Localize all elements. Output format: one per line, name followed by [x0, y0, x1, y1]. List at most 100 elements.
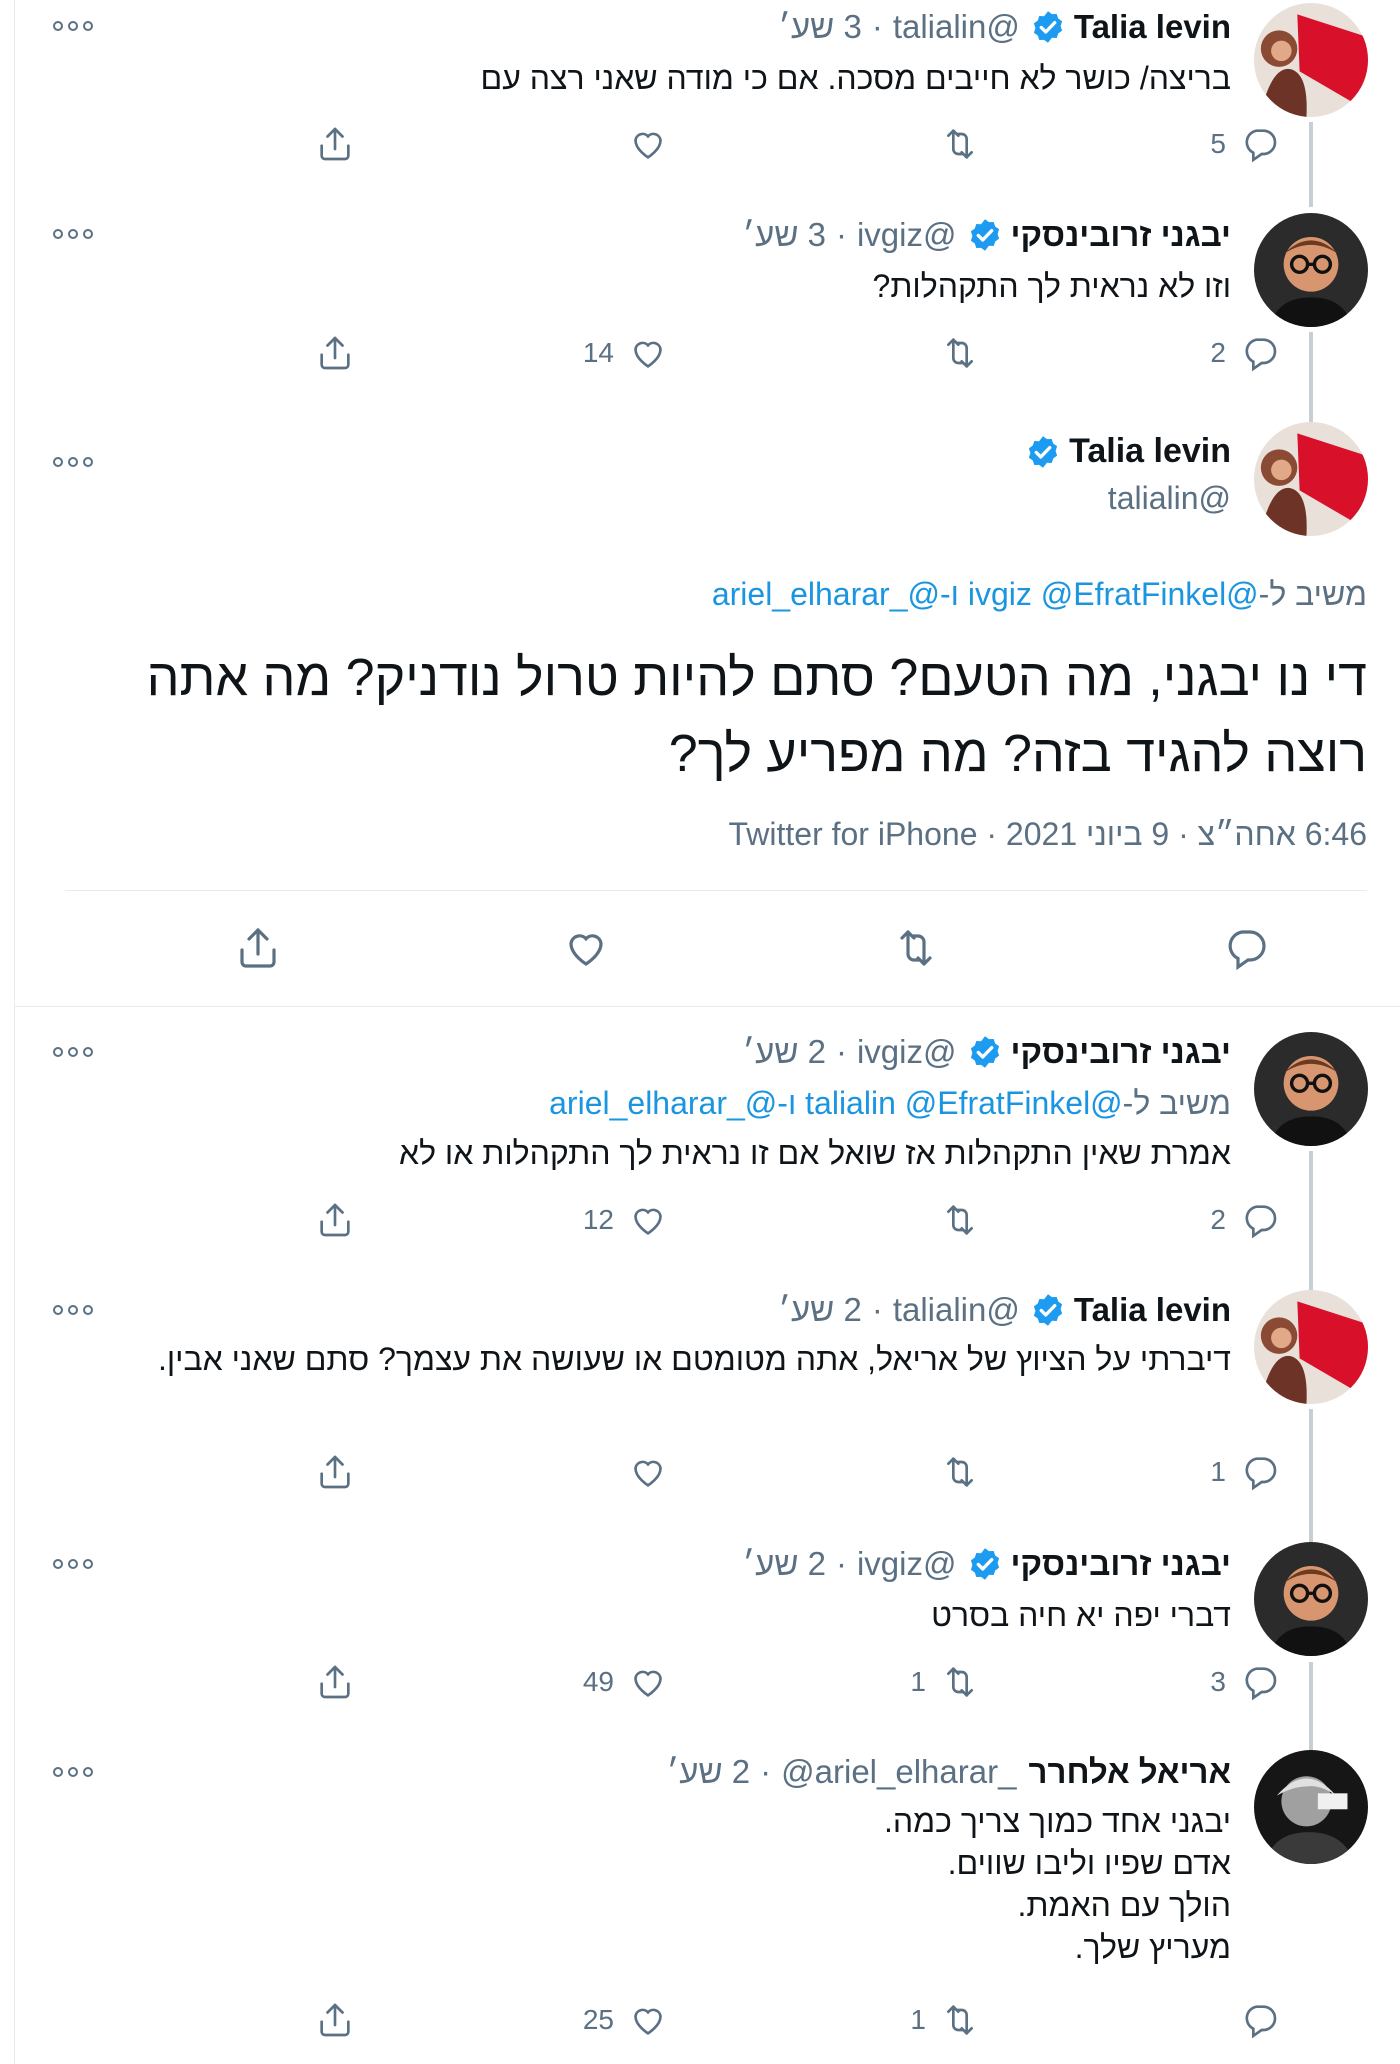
- reply-button[interactable]: 1: [1210, 1452, 1280, 1492]
- retweet-button[interactable]: 1: [910, 1662, 980, 1702]
- section-separator: [15, 1006, 1400, 1007]
- conversation-thread: Talia levin @talialin · 3 שע׳ בריצה/ כוש…: [0, 0, 1400, 2064]
- avatar[interactable]: [1254, 1032, 1368, 1146]
- handle[interactable]: @talialin: [893, 1291, 1020, 1329]
- like-button[interactable]: [604, 1452, 668, 1492]
- retweet-button[interactable]: [916, 333, 980, 373]
- share-button[interactable]: [315, 1452, 355, 1492]
- avatar[interactable]: [1254, 1542, 1368, 1656]
- more-icon[interactable]: [51, 1302, 93, 1318]
- focused-author: Talia levin: [1015, 432, 1231, 471]
- timestamp[interactable]: 2 שע׳: [667, 1753, 751, 1791]
- reply-icon[interactable]: [1222, 924, 1270, 972]
- timestamp[interactable]: 3 שע׳: [742, 216, 826, 254]
- retweet-icon: [940, 1200, 980, 1240]
- tweet-1[interactable]: Talia levin @talialin · 3 שע׳ בריצה/ כוש…: [15, 0, 1400, 207]
- more-icon[interactable]: [51, 1556, 93, 1572]
- avatar[interactable]: [1254, 213, 1368, 327]
- more-icon[interactable]: [51, 226, 93, 242]
- reply-icon: [1240, 1662, 1280, 1702]
- tweet-text: אמרת שאין התקהלות אז שואל אם זו נראית לך…: [398, 1135, 1231, 1171]
- retweet-button[interactable]: [916, 1452, 980, 1492]
- handle[interactable]: @talialin: [1108, 480, 1231, 517]
- share-icon[interactable]: [234, 924, 282, 972]
- tweet-line: מעריץ שלך.: [1074, 1929, 1231, 1965]
- reply-icon: [1240, 2000, 1280, 2040]
- share-icon: [315, 124, 355, 164]
- tweet-6[interactable]: אריאל אלחרר @ariel_elharar_ · 2 שע׳ יבגנ…: [15, 1750, 1400, 2064]
- display-name[interactable]: יבגני זרובינסקי: [1011, 1545, 1232, 1583]
- handle[interactable]: @ivgiz: [857, 1545, 957, 1583]
- share-button[interactable]: [315, 1200, 355, 1240]
- separator-dot: ·: [760, 1753, 772, 1790]
- verified-icon: [967, 1034, 1003, 1070]
- like-icon: [628, 2000, 668, 2040]
- more-icon[interactable]: [51, 454, 93, 470]
- reply-button[interactable]: 3: [1210, 1662, 1280, 1702]
- display-name[interactable]: Talia levin: [1074, 8, 1231, 46]
- display-name[interactable]: יבגני זרובינסקי: [1011, 1033, 1232, 1071]
- share-button[interactable]: [315, 1662, 355, 1702]
- tweet-3[interactable]: יבגני זרובינסקי @ivgiz · 2 שע׳ משיב ל-@t…: [15, 1030, 1400, 1293]
- reply-count: 1: [1210, 1456, 1226, 1487]
- more-icon[interactable]: [51, 1044, 93, 1060]
- separator-dot: ·: [871, 1291, 883, 1328]
- tweet-line: הולך עם האמת.: [1017, 1887, 1231, 1923]
- display-name[interactable]: יבגני זרובינסקי: [1011, 216, 1232, 254]
- display-name[interactable]: Talia levin: [1074, 1291, 1231, 1329]
- avatar[interactable]: [1254, 3, 1368, 117]
- like-icon: [628, 1452, 668, 1492]
- like-button[interactable]: 14: [583, 333, 668, 373]
- avatar[interactable]: [1254, 422, 1368, 536]
- handle[interactable]: @ariel_elharar_: [781, 1753, 1016, 1791]
- share-button[interactable]: [315, 124, 355, 164]
- display-name[interactable]: אריאל אלחרר: [1028, 1753, 1231, 1791]
- reply-mentions[interactable]: @ivgiz @EfratFinkel ו-@_ariel_elharar: [712, 576, 1259, 612]
- reply-count: 2: [1210, 1204, 1226, 1235]
- retweet-icon: [940, 2000, 980, 2040]
- reply-button[interactable]: [1216, 2000, 1280, 2040]
- retweet-icon[interactable]: [892, 924, 940, 972]
- reply-button[interactable]: 2: [1210, 1200, 1280, 1240]
- handle[interactable]: @ivgiz: [857, 1033, 957, 1071]
- tweet-meta[interactable]: 6:46 אחה״צ · 9 ביוני 2021 · Twitter for …: [728, 816, 1367, 853]
- timestamp[interactable]: 3 שע׳: [778, 8, 862, 46]
- more-icon[interactable]: [51, 18, 93, 34]
- like-button[interactable]: 49: [583, 1662, 668, 1702]
- tweet-header: יבגני זרובינסקי @ivgiz · 2 שע׳: [742, 1544, 1231, 1584]
- retweet-button[interactable]: [916, 1200, 980, 1240]
- share-button[interactable]: [315, 333, 355, 373]
- separator-dot: ·: [835, 1033, 847, 1070]
- tweet-2[interactable]: יבגני זרובינסקי @ivgiz · 3 שע׳ וזו לא נר…: [15, 208, 1400, 422]
- retweet-button[interactable]: [916, 124, 980, 164]
- display-name[interactable]: Talia levin: [1069, 432, 1231, 471]
- like-icon[interactable]: [562, 924, 610, 972]
- timestamp[interactable]: 2 שע׳: [742, 1033, 826, 1071]
- separator-dot: ·: [835, 216, 847, 253]
- reply-mentions[interactable]: @talialin @EfratFinkel ו-@_ariel_elharar: [549, 1085, 1123, 1121]
- handle[interactable]: @ivgiz: [857, 216, 957, 254]
- tweet-text: דיברתי על הציוץ של אריאל, אתה מטומטם או …: [157, 1341, 1231, 1377]
- like-button[interactable]: 25: [583, 2000, 668, 2040]
- reply-prefix: משיב ל-: [1258, 576, 1367, 612]
- tweet-header: יבגני זרובינסקי @ivgiz · 2 שע׳: [742, 1032, 1231, 1072]
- reply-button[interactable]: 5: [1210, 124, 1280, 164]
- avatar[interactable]: [1254, 1750, 1368, 1864]
- handle[interactable]: @talialin: [893, 8, 1020, 46]
- more-icon[interactable]: [51, 1764, 93, 1780]
- like-button[interactable]: [604, 124, 668, 164]
- reply-button[interactable]: 2: [1210, 333, 1280, 373]
- replying-to: משיב ל-@ivgiz @EfratFinkel ו-@_ariel_elh…: [712, 576, 1367, 613]
- share-button[interactable]: [315, 2000, 355, 2040]
- retweet-button[interactable]: 1: [910, 2000, 980, 2040]
- tweet-4[interactable]: Talia levin @talialin · 2 שע׳ דיברתי על …: [15, 1288, 1400, 1555]
- timestamp[interactable]: 2 שע׳: [742, 1545, 826, 1583]
- like-button[interactable]: 12: [583, 1200, 668, 1240]
- like-icon: [628, 1662, 668, 1702]
- like-count: 12: [582, 1204, 614, 1235]
- separator-dot: ·: [835, 1545, 847, 1582]
- avatar[interactable]: [1254, 1290, 1368, 1404]
- timestamp[interactable]: 2 שע׳: [778, 1291, 862, 1329]
- tweet-5[interactable]: יבגני זרובינסקי @ivgiz · 2 שע׳ דברי יפה …: [15, 1542, 1400, 1762]
- tweet-text: בריצה/ כושר לא חייבים מסכה. אם כי מודה ש…: [480, 60, 1231, 96]
